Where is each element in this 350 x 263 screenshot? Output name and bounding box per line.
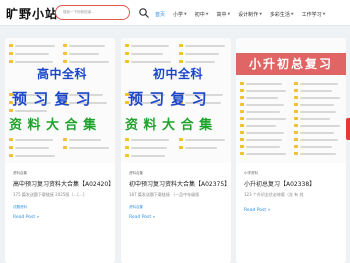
post-card[interactable]: 高中全科 预 习 复 习 资 料 大 合 集 资料合集 高中预习复习资料大合集【… [5, 38, 115, 263]
read-more-link[interactable]: Read Post » [244, 208, 270, 213]
search-icon[interactable] [138, 7, 150, 19]
read-more-link[interactable]: Read Post » [129, 215, 155, 220]
chevron-down-icon: ▼ [205, 12, 209, 16]
nav-item-life[interactable]: 多彩生活 ▼ [270, 8, 294, 20]
nav-item-design[interactable]: 设计制作 ▼ [238, 8, 262, 20]
nav-item-junior[interactable]: 初中 ▼ [195, 8, 209, 20]
nav-item-home[interactable]: 首页 [155, 8, 165, 20]
post-category[interactable]: 小学资料 [244, 171, 258, 176]
chevron-down-icon: ▼ [322, 12, 326, 16]
post-thumbnail[interactable]: 初中全科 预 习 复 习 资 料 大 合 集 [121, 38, 231, 163]
post-excerpt: 187 篇发送题下载链接 （一品中年级版 [129, 192, 200, 197]
thumbnail-headline: 初中全科 [153, 67, 204, 81]
post-card[interactable]: 初中全科 预 习 复 习 资 料 大 合 集 资料合集 初中预习复习资料大合集【… [121, 38, 231, 263]
nav-item-work[interactable]: 工作学习 ▼ [302, 8, 326, 20]
post-title[interactable]: 小升初总复习【A02338】 [244, 179, 315, 188]
search-placeholder: 搜索一下你就知道… [63, 10, 95, 14]
post-excerpt: 175 篇发送题下载链接 2025版（…[…] [13, 192, 85, 197]
post-card[interactable]: 小升初总复习 小学资料 小升初总复习【A02338】 123 个升初全优必修版（… [236, 38, 346, 263]
floating-side-button[interactable] [346, 118, 350, 140]
thumbnail-headline: 预 习 复 习 [128, 90, 208, 108]
chevron-down-icon: ▼ [184, 12, 187, 16]
post-category[interactable]: 资料合集 [13, 171, 27, 176]
nav-item-primary[interactable]: 小学 ▼ [173, 8, 187, 20]
thumbnail-headline: 高中全科 [37, 67, 88, 81]
post-thumbnail[interactable]: 小升初总复习 [236, 38, 346, 163]
post-tag[interactable]: 试题资料 [13, 205, 27, 210]
read-more-link[interactable]: Read Post » [13, 215, 39, 220]
thumbnail-headline: 资 料 大 合 集 [125, 118, 213, 133]
search-input[interactable]: 搜索一下你就知道… [55, 5, 130, 20]
post-excerpt: 123 个升初全优必修版（含 有 其 [244, 192, 304, 197]
site-header: 旷野小站 搜索一下你就知道… 首页 小学 ▼ 初中 ▼ 高中 ▼ 设计制作 ▼ 多彩生活… [0, 0, 350, 26]
post-title[interactable]: 初中预习复习资料大合集【A02375】 [129, 179, 230, 188]
post-thumbnail[interactable]: 高中全科 预 习 复 习 资 料 大 合 集 [5, 38, 115, 163]
thumbnail-banner: 小升初总复习 [236, 53, 346, 75]
site-logo[interactable]: 旷野小站 [6, 5, 58, 22]
chevron-down-icon: ▼ [290, 12, 294, 16]
thumbnail-headline: 资 料 大 合 集 [9, 118, 97, 133]
main-nav: 首页 小学 ▼ 初中 ▼ 高中 ▼ 设计制作 ▼ 多彩生活 ▼ 工作学习 ▼ [155, 8, 333, 20]
post-tag[interactable]: 资料合集 [129, 205, 143, 210]
nav-item-senior[interactable]: 高中 ▼ [216, 8, 230, 20]
thumbnail-headline: 预 习 复 习 [12, 90, 92, 108]
chevron-down-icon: ▼ [259, 12, 262, 16]
post-title[interactable]: 高中预习复习资料大合集【A02420】 [13, 179, 114, 188]
post-category[interactable]: 资料合集 [129, 171, 143, 176]
chevron-down-icon: ▼ [227, 12, 231, 16]
